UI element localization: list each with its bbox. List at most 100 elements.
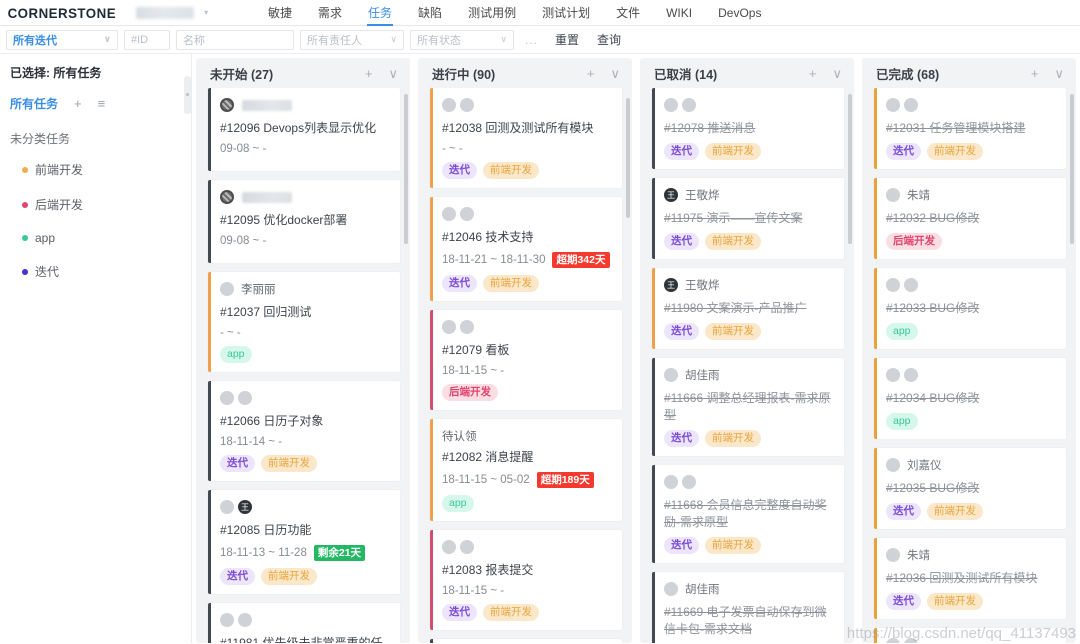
chevron-down-icon: ∨: [104, 34, 111, 45]
plus-icon[interactable]: +: [74, 97, 82, 110]
more-filters-button[interactable]: ...: [520, 33, 543, 47]
card-avatar-row: [886, 637, 1056, 643]
sidebar-tag-3[interactable]: 迭代: [22, 263, 186, 280]
card-avatar-row: 刘嘉仪: [886, 457, 1056, 473]
tag-color-dot-icon: [22, 202, 28, 208]
column-card-list[interactable]: #12096 Devops列表显示优化09-08 ~ - #12095 优化doc…: [196, 88, 410, 643]
task-card[interactable]: 王#12085 日历功能18-11-13 ~ 11-28剩余21天迭代前端开发: [208, 490, 400, 594]
card-tag: 前端开发: [705, 537, 761, 554]
task-card[interactable]: 李丽丽#12037 回归测试- ~ -app: [208, 272, 400, 372]
card-date-range: - ~ -: [220, 327, 241, 339]
task-card[interactable]: #12034 BUG修改app: [874, 358, 1066, 439]
column-scrollbar[interactable]: [626, 98, 630, 218]
card-avatar-row: 胡佳雨: [664, 367, 834, 383]
task-card[interactable]: #12038 回测及测试所有模块- ~ -迭代前端开发: [430, 88, 622, 188]
all-tasks-row: 所有任务 + ≡: [10, 95, 186, 112]
task-card[interactable]: 胡佳雨#11669 电子发票自动保存到微信卡包-需求文档迭代前端开发: [652, 572, 844, 643]
task-card[interactable]: #12066 日历子对象18-11-14 ~ -迭代前端开发: [208, 381, 400, 481]
column-scrollbar[interactable]: [404, 94, 408, 244]
card-date-row: 18-11-13 ~ 11-28剩余21天: [220, 545, 390, 561]
project-name-blurred[interactable]: [136, 7, 194, 19]
nav-item-3[interactable]: 缺陷: [405, 0, 455, 26]
task-card[interactable]: 王王敬烨#11975 演示——宣传文案迭代前端开发: [652, 178, 844, 259]
card-tag-list: app: [886, 413, 1056, 430]
column-add-card-icon[interactable]: +: [809, 67, 817, 80]
nav-item-1[interactable]: 需求: [305, 0, 355, 26]
nav-item-2[interactable]: 任务: [355, 0, 405, 26]
task-card[interactable]: [874, 628, 1066, 643]
task-card[interactable]: 朱靖#12032 BUG修改后端开发: [874, 178, 1066, 259]
nav-item-7[interactable]: WIKI: [653, 0, 705, 26]
card-title: #12083 报表提交: [442, 562, 612, 579]
column-card-list[interactable]: #12038 回测及测试所有模块- ~ -迭代前端开发#12046 技术支持18…: [418, 88, 632, 643]
task-card[interactable]: #12046 技术支持18-11-21 ~ 18-11-30超期342天迭代前端…: [430, 197, 622, 301]
card-date-row: 09-08 ~ -: [220, 143, 390, 155]
task-card[interactable]: #12083 报表提交18-11-15 ~ -迭代前端开发: [430, 530, 622, 630]
card-avatar-row: [220, 97, 390, 113]
name-input[interactable]: 名称: [176, 30, 294, 50]
sidebar-item-all-tasks[interactable]: 所有任务: [10, 95, 58, 112]
status-select[interactable]: 所有状态 ∨: [410, 30, 514, 50]
nav-item-5[interactable]: 测试计划: [529, 0, 603, 26]
column-header: 进行中 (90)+∨: [418, 58, 632, 88]
column-collapse-icon[interactable]: ∨: [388, 67, 398, 80]
sidebar-tag-1[interactable]: 后端开发: [22, 196, 186, 213]
card-due-badge: 超期342天: [552, 252, 609, 268]
owner-select[interactable]: 所有责任人 ∨: [300, 30, 404, 50]
nav-item-8[interactable]: DevOps: [705, 0, 774, 26]
avatar: [220, 98, 234, 112]
iteration-select[interactable]: 所有迭代 ∨: [6, 30, 118, 50]
column-card-list[interactable]: #12078 推送消息迭代前端开发王王敬烨#11975 演示——宣传文案迭代前端…: [640, 88, 854, 643]
card-date-row: 18-11-15 ~ -: [442, 365, 612, 377]
task-card[interactable]: #11981 优先级未非常严重的任务: [208, 603, 400, 643]
task-card[interactable]: 待认领#12082 消息提醒18-11-15 ~ 05-02超期189天app: [430, 419, 622, 521]
task-card[interactable]: #11668 会员信息完整度自动奖励-需求原型迭代前端开发: [652, 465, 844, 563]
card-tag: 迭代: [442, 604, 477, 621]
column-header: 未开始 (27)+∨: [196, 58, 410, 88]
sidebar-collapse-handle[interactable]: [184, 76, 191, 114]
task-card[interactable]: 王王敬烨#11980 文案演示-产品推广迭代前端开发: [652, 268, 844, 349]
id-input[interactable]: #ID: [124, 30, 170, 50]
column-collapse-icon[interactable]: ∨: [610, 67, 620, 80]
nav-item-label: 缺陷: [418, 6, 442, 20]
column-add-card-icon[interactable]: +: [587, 67, 595, 80]
column-collapse-icon[interactable]: ∨: [832, 67, 842, 80]
card-tag: 前端开发: [927, 143, 983, 160]
nav-item-4[interactable]: 测试用例: [455, 0, 529, 26]
chevron-down-icon: ∨: [390, 34, 397, 45]
task-card[interactable]: 刘嘉仪#12035 BUG修改迭代前端开发: [874, 448, 1066, 529]
task-card[interactable]: [430, 639, 622, 643]
task-card[interactable]: 朱靖#12036 回测及测试所有模块迭代前端开发: [874, 538, 1066, 619]
reset-button[interactable]: 重置: [549, 31, 585, 48]
nav-item-0[interactable]: 敏捷: [255, 0, 305, 26]
column-add-card-icon[interactable]: +: [365, 67, 373, 80]
column-actions: +∨: [587, 67, 620, 80]
task-card[interactable]: #12079 看板18-11-15 ~ -后端开发: [430, 310, 622, 410]
card-date-row: 18-11-14 ~ -: [220, 436, 390, 448]
column-add-card-icon[interactable]: +: [1031, 67, 1039, 80]
column-scrollbar[interactable]: [1070, 94, 1074, 244]
query-button[interactable]: 查询: [591, 31, 627, 48]
sidebar-tag-0[interactable]: 前端开发: [22, 161, 186, 178]
task-card[interactable]: #12033 BUG修改app: [874, 268, 1066, 349]
assignee-name-blurred: [242, 192, 292, 203]
sidebar-tag-2[interactable]: app: [22, 231, 186, 245]
task-card[interactable]: #12095 优化docker部署09-08 ~ -: [208, 180, 400, 263]
list-icon[interactable]: ≡: [98, 97, 106, 110]
task-card[interactable]: #12096 Devops列表显示优化09-08 ~ -: [208, 88, 400, 171]
column-collapse-icon[interactable]: ∨: [1054, 67, 1064, 80]
project-chevron-down-icon[interactable]: ▾: [204, 8, 208, 17]
kanban-column-3: 已完成 (68)+∨#12031 任务管理模块搭建迭代前端开发朱靖#12032 …: [862, 58, 1076, 643]
chevron-down-icon: ∨: [500, 34, 507, 45]
task-card[interactable]: 胡佳雨#11666 调整总经理报表-需求原型迭代前端开发: [652, 358, 844, 456]
uncategorized-group-title: 未分类任务: [10, 130, 186, 147]
nav-item-6[interactable]: 文件: [603, 0, 653, 26]
card-tag: 前端开发: [705, 143, 761, 160]
column-scrollbar[interactable]: [848, 94, 852, 244]
avatar: [460, 207, 474, 221]
column-card-list[interactable]: #12031 任务管理模块搭建迭代前端开发朱靖#12032 BUG修改后端开发 #…: [862, 88, 1076, 643]
task-card[interactable]: #12031 任务管理模块搭建迭代前端开发: [874, 88, 1066, 169]
main-area: 已选择: 所有任务 所有任务 + ≡ 未分类任务 前端开发后端开发app迭代 未…: [0, 54, 1080, 643]
task-card[interactable]: #12078 推送消息迭代前端开发: [652, 88, 844, 169]
card-title: #12036 回测及测试所有模块: [886, 570, 1056, 587]
